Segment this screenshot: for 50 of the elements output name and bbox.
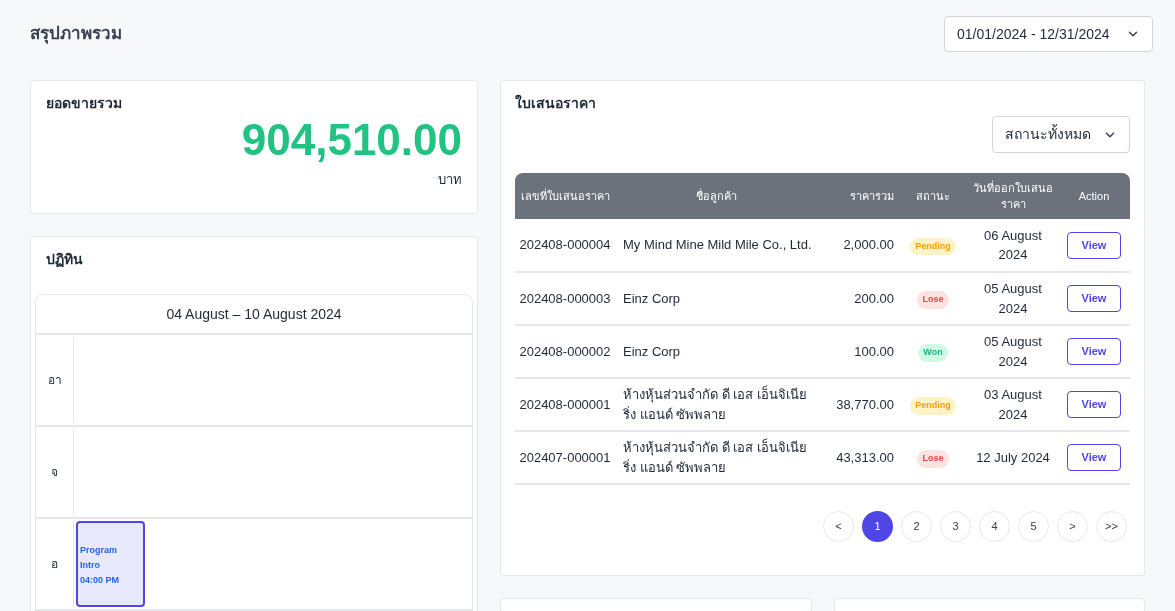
status-badge: Won xyxy=(918,344,948,362)
card-title: ยอดขายรวม xyxy=(46,94,123,113)
column-header: วันที่ออกใบเสนอราคา xyxy=(968,173,1058,219)
week-label: 04 August – 10 August 2024 xyxy=(36,295,472,335)
status-badge: Pending xyxy=(910,237,956,256)
card-title: ปฏิทิน xyxy=(45,250,84,270)
table-cell: 2,000.00 xyxy=(818,219,898,272)
day-label: อ xyxy=(51,556,58,573)
view-button[interactable]: View xyxy=(1067,444,1121,471)
card-title: ใบเสนอราคา xyxy=(515,93,597,113)
table-cell: 12 July 2024 xyxy=(968,431,1058,484)
table-cell: My Mind Mine Mild Mile Co., Ltd. xyxy=(615,219,818,272)
column-header: เลขที่ใบเสนอราคา xyxy=(515,173,615,219)
table-cell: 43,313.00 xyxy=(818,431,898,484)
table-cell: 05 August 2024 xyxy=(968,325,1058,378)
column-header: Action xyxy=(1058,173,1130,219)
column-header: สถานะ xyxy=(898,173,968,219)
table-cell: ห้างหุ้นส่วนจำกัด ดี เอส เอ็นจิเนียริ่ง แอนด์ ซัพพลาย xyxy=(615,431,818,484)
pagination-button[interactable]: 1 xyxy=(862,511,893,542)
status-filter-select[interactable]: สถานะทั้งหมด xyxy=(992,116,1130,153)
table-cell: 06 August 2024 xyxy=(968,219,1058,272)
day-label: อา xyxy=(47,372,62,389)
page-title: สรุปภาพรวม xyxy=(30,23,122,46)
day-label: จ xyxy=(51,464,58,481)
table-cell: 100.00 xyxy=(818,325,898,378)
status-badge: Lose xyxy=(917,450,949,468)
table-cell: 38,770.00 xyxy=(818,378,898,431)
table-cell: Einz Corp xyxy=(615,325,818,378)
table-cell: 202408-000004 xyxy=(515,219,615,272)
table-cell: 202408-000001 xyxy=(515,378,615,431)
view-button[interactable]: View xyxy=(1067,285,1121,312)
currency-unit: บาท xyxy=(438,171,462,189)
table-cell: 05 August 2024 xyxy=(968,272,1058,325)
calendar-event[interactable]: Program Intro 04:00 PM xyxy=(76,521,145,607)
table-cell: 202408-000003 xyxy=(515,272,615,325)
table-cell: 202407-000001 xyxy=(515,431,615,484)
status-badge: Pending xyxy=(910,397,956,415)
view-button[interactable]: View xyxy=(1067,231,1121,259)
table-cell: Einz Corp xyxy=(615,272,818,325)
sales-amount: 904,510.00 xyxy=(241,114,462,166)
table-cell: 200.00 xyxy=(818,272,898,325)
column-header: ชื่อลูกค้า xyxy=(615,173,818,219)
table-cell: 202408-000002 xyxy=(515,325,615,378)
date-range-select[interactable]: 01/01/2024 - 12/31/2024 xyxy=(944,16,1153,52)
view-button[interactable]: View xyxy=(1067,391,1121,418)
column-header: ราคารวม xyxy=(818,173,898,219)
status-badge: Lose xyxy=(917,291,949,309)
view-button[interactable]: View xyxy=(1067,338,1121,365)
table-cell: ห้างหุ้นส่วนจำกัด ดี เอส เอ็นจิเนียริ่ง แอนด์ ซัพพลาย xyxy=(615,378,818,431)
table-cell: 03 August 2024 xyxy=(968,378,1058,431)
